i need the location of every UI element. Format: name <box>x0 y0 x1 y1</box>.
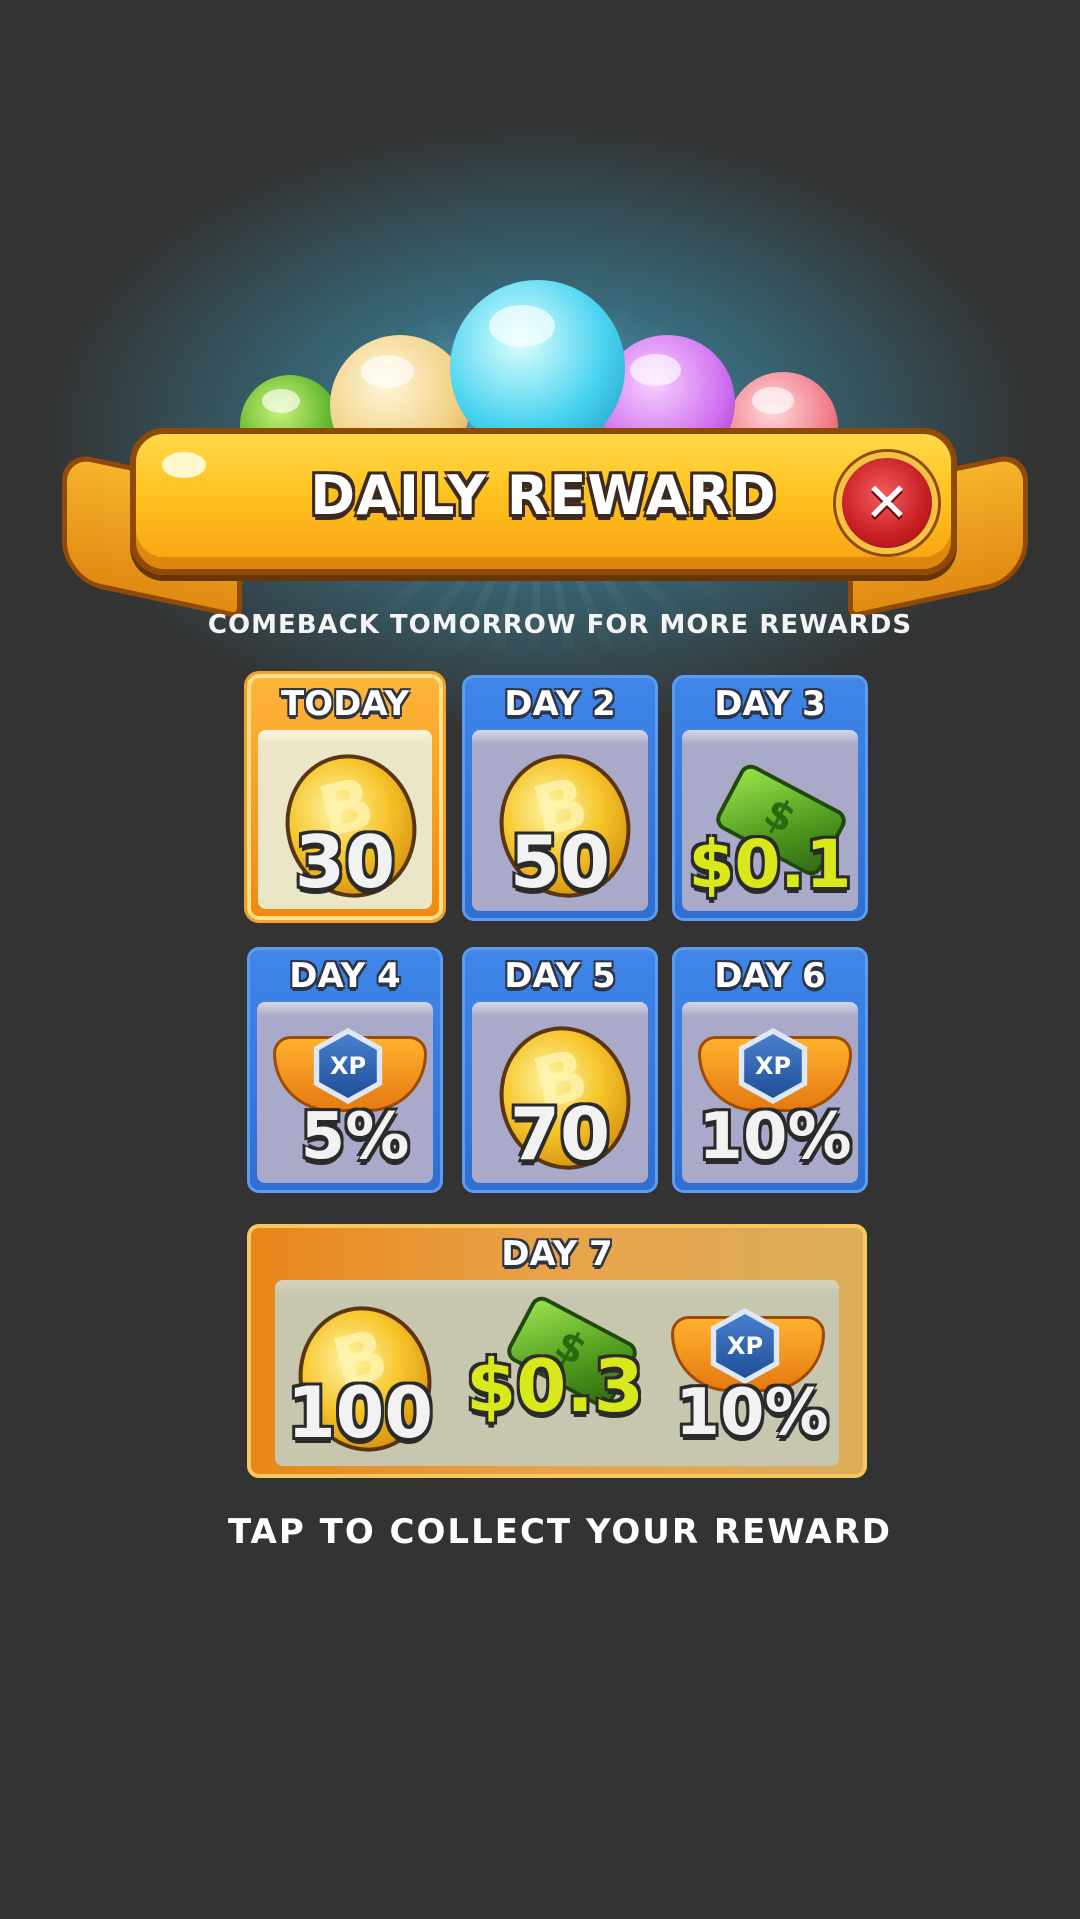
reward-card-day-6[interactable]: DAY 6 XP 10% <box>672 947 868 1193</box>
card-title: DAY 7 <box>501 1234 613 1274</box>
card-title: DAY 2 <box>504 684 616 724</box>
card-body: XP 10% <box>682 1002 858 1183</box>
subtitle: COMEBACK TOMORROW FOR MORE REWARDS <box>207 610 913 640</box>
card-body: B 30 <box>258 730 432 912</box>
reward-amount: 50 <box>509 820 611 904</box>
reward-card-day-7[interactable]: DAY 7 B 100 $0.3 XP 10% <box>247 1224 867 1478</box>
reward-amount: 70 <box>509 1092 611 1176</box>
card-body: B 100 $0.3 XP 10% <box>275 1280 839 1466</box>
reward-amount: 10% <box>698 1100 852 1174</box>
reward-amount: 30 <box>294 820 396 904</box>
card-body: B 70 <box>472 1002 648 1184</box>
reward-amount: 100 <box>286 1372 434 1454</box>
card-body: $0.1 <box>682 730 858 911</box>
card-title: DAY 4 <box>289 956 401 996</box>
card-title: DAY 3 <box>714 684 826 724</box>
title-banner: DAILY REWARD <box>130 428 957 575</box>
card-body: B 50 <box>472 730 648 912</box>
reward-amount: $0.1 <box>688 826 852 903</box>
card-body: XP 5% <box>257 1002 433 1183</box>
reward-card-day-4[interactable]: DAY 4 XP 5% <box>247 947 443 1193</box>
reward-card-day-5[interactable]: DAY 5 B 70 <box>462 947 658 1193</box>
close-button[interactable]: ✕ <box>836 452 938 554</box>
reward-card-day-3[interactable]: DAY 3 $0.1 <box>672 675 868 921</box>
xp-label: XP <box>754 1052 792 1080</box>
page-title: DAILY REWARD <box>310 464 777 527</box>
card-title: DAY 5 <box>504 956 616 996</box>
card-title: TODAY <box>281 684 409 724</box>
reward-card-day-2[interactable]: DAY 2 B 50 <box>462 675 658 921</box>
reward-amount: $0.3 <box>466 1344 644 1428</box>
xp-label: XP <box>329 1052 367 1080</box>
collect-reward-prompt[interactable]: TAP TO COLLECT YOUR REWARD <box>0 1512 1080 1552</box>
reward-amount: 5% <box>300 1100 410 1174</box>
xp-label: XP <box>726 1332 764 1360</box>
reward-amount: 10% <box>675 1376 829 1450</box>
card-title: DAY 6 <box>714 956 826 996</box>
close-icon: ✕ <box>864 471 910 534</box>
reward-card-today[interactable]: TODAY B 30 <box>247 674 443 920</box>
